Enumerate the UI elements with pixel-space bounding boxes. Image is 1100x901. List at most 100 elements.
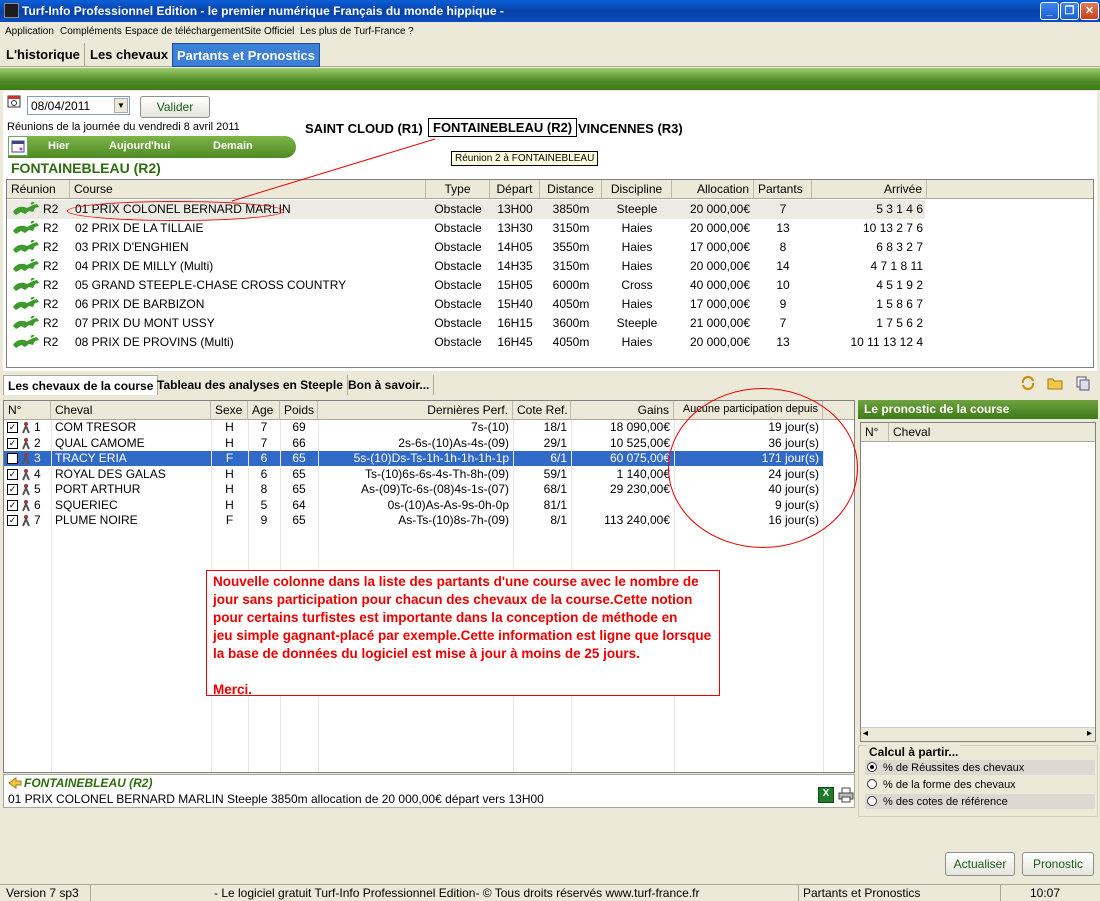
refresh-icon[interactable]: [1020, 375, 1036, 391]
horse-age: 6: [260, 466, 268, 481]
horse-cote: 68/1: [543, 482, 567, 496]
horse-num: 2: [34, 435, 41, 450]
horse-age: 7: [260, 420, 268, 434]
radio-icon[interactable]: [867, 779, 877, 789]
select-checkbox[interactable]: ✓: [7, 515, 18, 526]
horse-num: 4: [34, 466, 41, 481]
horse-sexe: F: [225, 513, 234, 527]
grid-line: [51, 420, 52, 772]
horse-cote: 18/1: [543, 420, 567, 434]
excel-icon[interactable]: X: [818, 787, 834, 803]
prono-title: Le pronostic de la course: [858, 400, 1098, 419]
horse-sexe: H: [225, 482, 234, 496]
horse-cheval: PLUME NOIRE: [55, 513, 138, 527]
select-checkbox[interactable]: ✓: [7, 453, 18, 464]
open-folder-icon[interactable]: [1047, 375, 1063, 391]
col-perf[interactable]: Dernières Perf.: [318, 401, 513, 420]
status-copyright: - Le logiciel gratuit Turf-Info Professi…: [214, 886, 700, 900]
horse-cote: 81/1: [543, 497, 567, 512]
horse-sexe: H: [225, 497, 234, 512]
prono-hscrollbar[interactable]: ◂ ▸: [861, 727, 1095, 741]
select-checkbox[interactable]: ✓: [7, 468, 18, 480]
horse-cheval: PORT ARTHUR: [55, 482, 141, 496]
col-cote[interactable]: Cote Ref.: [513, 401, 571, 420]
horse-sexe: F: [225, 451, 234, 465]
horse-perf: 7s-(10): [470, 420, 509, 434]
horse-gains: 29 230,00€: [609, 482, 670, 496]
copy-icon[interactable]: [1075, 375, 1091, 391]
horse-poids: 66: [292, 435, 306, 450]
radio-icon[interactable]: [867, 796, 877, 806]
info-text: 01 PRIX COLONEL BERNARD MARLIN Steeple 3…: [8, 792, 544, 806]
horse-cote: 6/1: [550, 451, 567, 465]
horse-num: 6: [34, 497, 41, 512]
annotation-thanks: Merci.: [213, 682, 253, 697]
annotation-line: Nouvelle colonne dans la liste des parta…: [213, 574, 699, 589]
annotation-line: la base de données du logiciel est mise …: [213, 646, 640, 661]
calcul-title: Calcul à partir...: [867, 745, 961, 759]
annotation-line: jour sans participation pour chacun des …: [213, 592, 693, 607]
col-num[interactable]: N°: [4, 401, 51, 420]
col-poids[interactable]: Poids: [280, 401, 318, 420]
horse-cheval: ROYAL DES GALAS: [55, 466, 166, 481]
annotation-box: Nouvelle colonne dans la liste des parta…: [206, 570, 720, 697]
horse-num: 5: [34, 482, 41, 496]
horse-age: 5: [260, 497, 268, 512]
horse-perf: 0s-(10)As-As-9s-0h-0p: [387, 497, 509, 512]
horse-gains: 1 140,00€: [616, 466, 670, 481]
horse-cote: 29/1: [543, 435, 567, 450]
calcul-option-label: % de la forme des chevaux: [883, 779, 1016, 791]
horse-cheval: COM TRESOR: [55, 420, 137, 434]
col-cheval[interactable]: Cheval: [51, 401, 211, 420]
horse-perf: As-(09)Tc-6s-(08)4s-1s-(07): [360, 482, 509, 496]
course-info-panel: FONTAINEBLEAU (R2) 01 PRIX COLONEL BERNA…: [3, 774, 855, 808]
select-checkbox[interactable]: ✓: [7, 499, 18, 511]
horse-gains: 10 525,00€: [609, 435, 670, 450]
pronostic-button[interactable]: Pronostic: [1022, 852, 1094, 876]
calcul-option-cotes[interactable]: % des cotes de référence: [865, 794, 1095, 809]
select-checkbox[interactable]: ✓: [7, 422, 18, 433]
status-version: Version 7 sp3: [6, 886, 79, 900]
col-gains[interactable]: Gains: [571, 401, 674, 420]
horse-perf: As-Ts-(10)8s-7h-(09): [398, 513, 509, 527]
tab-analyses-steeple[interactable]: Tableau des analyses en Steeple: [153, 375, 348, 395]
col-sexe[interactable]: Sexe: [211, 401, 248, 420]
horse-cote: 59/1: [543, 466, 567, 481]
select-checkbox[interactable]: ✓: [7, 437, 18, 449]
horse-poids: 69: [292, 420, 306, 434]
prono-table: N° Cheval ◂ ▸: [860, 422, 1096, 742]
horse-poids: 65: [292, 466, 306, 481]
horse-cheval: SQUERIEC: [55, 497, 118, 512]
select-checkbox[interactable]: ✓: [7, 484, 18, 495]
status-time: 10:07: [1030, 886, 1061, 900]
prono-col-cheval[interactable]: Cheval: [889, 423, 1095, 442]
jockey-icon: [20, 514, 33, 530]
horse-poids: 65: [292, 451, 306, 465]
printer-icon[interactable]: [838, 787, 854, 803]
horse-gains: 60 075,00€: [609, 451, 670, 465]
radio-selected-icon[interactable]: [867, 762, 877, 772]
arrow-pencil-icon: [8, 777, 22, 789]
horse-gains: 113 240,00€: [604, 513, 670, 527]
info-title: FONTAINEBLEAU (R2): [24, 776, 153, 790]
calcul-option-forme[interactable]: % de la forme des chevaux: [865, 777, 1095, 792]
col-age[interactable]: Age: [248, 401, 280, 420]
horse-perf: 2s-6s-(10)As-4s-(09): [398, 435, 509, 450]
horse-cheval: QUAL CAMOME: [55, 435, 145, 450]
annotation-ellipse-depuis: [668, 388, 858, 548]
horse-perf: Ts-(10)6s-6s-4s-Th-8h-(09): [364, 466, 509, 481]
annotation-line: jeu simple gagnant-placé par exemple.Cet…: [213, 628, 712, 643]
horse-sexe: H: [225, 466, 234, 481]
horse-cheval: TRACY ERIA: [55, 451, 127, 465]
horse-age: 6: [260, 451, 268, 465]
calcul-option-reussites[interactable]: % de Réussites des chevaux: [865, 760, 1095, 775]
horse-poids: 64: [292, 497, 306, 512]
tab-chevaux-course[interactable]: Les chevaux de la course: [3, 375, 159, 395]
status-section: Partants et Pronostics: [803, 886, 921, 900]
calcul-option-label: % des cotes de référence: [883, 796, 1008, 808]
actualiser-button[interactable]: Actualiser: [945, 852, 1015, 876]
tab-bon-a-savoir[interactable]: Bon à savoir...: [344, 375, 435, 395]
horse-perf: 5s-(10)Ds-Ts-1h-1h-1h-1h-1p: [353, 451, 509, 465]
prono-col-num[interactable]: N°: [861, 423, 889, 442]
horse-sexe: H: [225, 420, 234, 434]
